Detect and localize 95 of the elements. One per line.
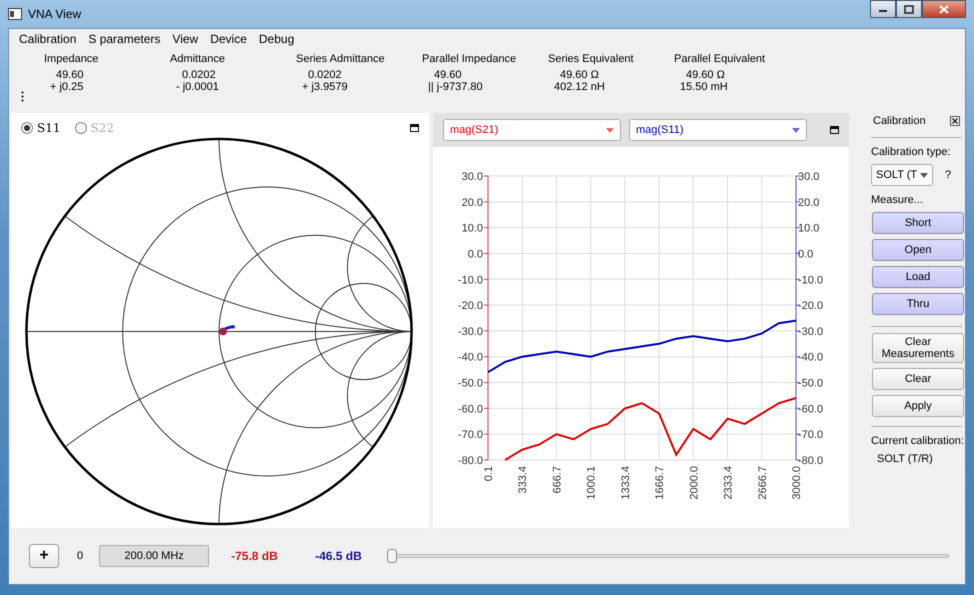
menu-item[interactable]: Debug — [252, 31, 300, 47]
calibration-button[interactable]: Short — [872, 212, 964, 234]
axis-label: 10.0 — [798, 222, 820, 235]
axis-label: -60.0 — [458, 403, 483, 416]
axis-label: -60.0 — [798, 403, 824, 416]
measurement-label: Parallel Equivalent — [673, 53, 766, 65]
readout-value: -75.8 dB — [231, 549, 279, 563]
axis-label: -30.0 — [458, 326, 483, 338]
axis-label: -80.0 — [458, 455, 483, 467]
menu-item[interactable]: Device — [204, 31, 253, 47]
app-icon — [8, 8, 22, 20]
calibration-type-label: Calibration type: — [870, 146, 952, 158]
trace-dropdown[interactable]: mag(S21) — [443, 119, 621, 141]
maximize-icon[interactable] — [830, 126, 839, 134]
calibration-button[interactable]: Thru — [872, 293, 964, 315]
panel-title: Calibration — [873, 115, 926, 127]
axis-label: 30.0 — [798, 171, 820, 183]
axis-label: 30.0 — [462, 171, 483, 183]
measurement-label: Impedance — [43, 53, 98, 65]
measurement-value: 0.0202 — [181, 69, 216, 81]
calibration-button[interactable]: Clear Measurements — [872, 333, 964, 363]
measurement-value: 15.50 mH — [679, 81, 728, 93]
current-calibration-label: Current calibration: — [870, 435, 964, 447]
measurement-value: 49.60 Ω — [685, 69, 725, 81]
calibration-button[interactable]: Load — [872, 266, 964, 288]
maximize-icon[interactable] — [410, 124, 419, 132]
axis-label: 1333.4 — [620, 466, 632, 500]
current-calibration-value: SOLT (T/R) — [876, 453, 934, 465]
measure-label: Measure... — [870, 194, 924, 206]
axis-label: -10.0 — [458, 274, 483, 286]
caret-icon — [792, 128, 800, 132]
axis-label: -70.0 — [458, 429, 483, 442]
calibration-button[interactable]: Open — [872, 239, 964, 261]
axis-label: 2000.0 — [688, 466, 700, 500]
frequency-field[interactable]: 200.00 MHz — [99, 545, 210, 567]
drag-handle-icon — [21, 91, 24, 102]
window-title: VNA View — [28, 7, 82, 21]
axis-label: 333.4 — [517, 466, 530, 494]
axis-label: 0.0 — [798, 248, 814, 260]
axis-label: -30.0 — [798, 326, 824, 338]
axis-label: -50.0 — [798, 378, 824, 390]
menu-item[interactable]: S parameters — [82, 31, 166, 47]
axis-label: 20.0 — [798, 196, 820, 209]
measurement-value: + j0.25 — [49, 81, 84, 93]
axis-label: 1000.1 — [586, 466, 598, 500]
calibration-type-dropdown[interactable]: SOLT (T — [871, 164, 933, 186]
maximize-icon — [904, 4, 914, 14]
axis-label: 3000.0 — [791, 466, 803, 500]
measurement-value: 402.12 nH — [553, 81, 605, 93]
axis-label: -80.0 — [798, 455, 824, 467]
measurement-value: 0.0202 — [307, 69, 342, 81]
radio-button[interactable]: S11 — [21, 121, 60, 135]
caret-icon — [920, 172, 928, 178]
measurement-value: + j3.9579 — [301, 81, 348, 93]
axis-label: -20.0 — [458, 300, 483, 312]
measurement-label: Series Admittance — [295, 53, 385, 65]
add-button[interactable]: + — [29, 544, 59, 568]
measurement-value: - j0.0001 — [175, 81, 219, 93]
minimize-button[interactable] — [870, 0, 896, 18]
axis-label: 2333.4 — [722, 466, 735, 500]
axis-label: -10.0 — [798, 274, 824, 286]
axis-label: 0.0 — [468, 248, 483, 260]
measurement-label: Parallel Impedance — [421, 53, 516, 65]
maximize-button[interactable] — [896, 0, 922, 18]
measurement-value: 49.60 Ω — [559, 69, 599, 81]
measurement-label: Admittance — [169, 53, 226, 65]
close-button[interactable] — [922, 0, 966, 18]
readout-value: -46.5 dB — [315, 549, 363, 563]
help-text[interactable]: ? — [945, 169, 952, 181]
axis-label: -40.0 — [798, 352, 824, 364]
axis-label: -40.0 — [458, 352, 483, 364]
slider-thumb[interactable] — [387, 549, 398, 563]
calibration-button[interactable]: Clear — [872, 368, 964, 390]
axis-label: 2666.7 — [756, 466, 769, 500]
frequency-slider[interactable] — [387, 549, 949, 563]
trace-dropdown[interactable]: mag(S11) — [629, 119, 807, 141]
measurement-value: 49.60 — [433, 69, 462, 81]
marker-index: 0 — [77, 550, 84, 562]
axis-label: 20.0 — [462, 196, 483, 209]
calibration-button[interactable]: Apply — [872, 395, 964, 417]
close-icon — [939, 4, 949, 14]
menu-item[interactable]: Calibration — [13, 31, 82, 47]
axis-label: 1666.7 — [654, 466, 666, 500]
measurement-value: 49.60 — [55, 69, 84, 81]
menu-item[interactable]: View — [166, 31, 204, 47]
axis-label: 10.0 — [462, 222, 483, 235]
axis-label: -70.0 — [798, 429, 824, 442]
axis-label: -20.0 — [798, 300, 824, 312]
axis-label: 666.7 — [551, 466, 564, 494]
close-icon[interactable] — [950, 116, 960, 126]
measurement-label: Series Equivalent — [547, 53, 634, 65]
axis-label: -50.0 — [458, 378, 483, 390]
caret-icon — [606, 128, 614, 132]
axis-label: 0.1 — [483, 466, 495, 482]
measurement-value: || j-9737.80 — [427, 81, 483, 93]
